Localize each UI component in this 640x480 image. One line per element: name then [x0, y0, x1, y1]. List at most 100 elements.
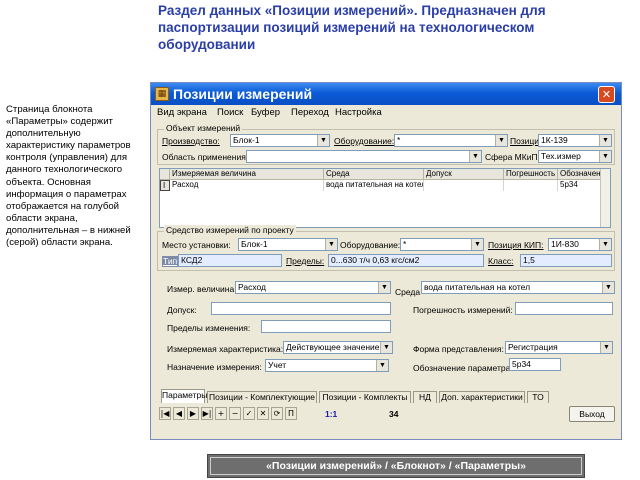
refresh-icon[interactable]: ⟳ [271, 407, 283, 420]
record-count: 34 [389, 409, 399, 419]
purpose-label: Назначение измерения: [167, 362, 262, 372]
tab-position-parts[interactable]: Позиции - Комплектующие [207, 391, 317, 403]
form-select[interactable]: Регистрация ▼ [505, 341, 613, 354]
p-button[interactable]: П [285, 407, 297, 420]
tab-extra[interactable]: Доп. характеристики [439, 391, 525, 403]
cell-designation[interactable]: 5p34 [558, 180, 602, 191]
column-header-quantity[interactable]: Измеряемая величина [170, 169, 324, 180]
chevron-down-icon[interactable]: ▼ [599, 151, 611, 162]
next-record-icon[interactable]: ▶ [187, 407, 199, 420]
range-label: Пределы изменения: [167, 323, 251, 333]
characteristic-select[interactable]: Действующее значение ▼ [283, 341, 393, 354]
chevron-down-icon[interactable]: ▼ [325, 239, 337, 250]
menu-settings[interactable]: Настройка [335, 107, 382, 119]
column-header-designation[interactable]: Обозначени [558, 169, 602, 180]
window-titlebar: ▦ Позиции измерений ✕ [151, 83, 621, 105]
position-value: 1К-139 [541, 135, 568, 145]
medium-value: вода питательная на котел [424, 282, 531, 292]
measurements-table[interactable]: Измеряемая величина Среда Допуск Погрешн… [159, 168, 611, 228]
quantity-label: Измер. величина: [167, 284, 237, 294]
menu-view[interactable]: Вид экрана [157, 107, 207, 119]
window-title: Позиции измерений [173, 86, 313, 102]
tolerance-field[interactable] [211, 302, 391, 315]
row-marker[interactable]: I [160, 180, 170, 191]
equipment-label: Оборудование: [334, 136, 395, 146]
equipment-value: * [397, 135, 401, 145]
menu-goto[interactable]: Переход [291, 107, 329, 119]
kip-select[interactable]: 1И-830 ▼ [548, 238, 612, 251]
column-header-error[interactable]: Погрешность [504, 169, 558, 180]
project-equipment-value: * [403, 239, 407, 249]
chevron-down-icon[interactable]: ▼ [317, 135, 329, 146]
cell-quantity[interactable]: Расход [170, 180, 324, 191]
limits-label: Пределы: [286, 256, 325, 266]
chevron-down-icon[interactable]: ▼ [600, 342, 612, 353]
kip-value: 1И-830 [551, 239, 579, 249]
purpose-select[interactable]: Учет ▼ [265, 359, 389, 372]
medium-label: Среда [395, 287, 421, 297]
type-label: Тип [162, 256, 179, 267]
chevron-down-icon[interactable]: ▼ [599, 135, 611, 146]
slide-title: Раздел данных «Позиции измерений». Предн… [158, 3, 546, 52]
tab-nd[interactable]: НД [413, 391, 437, 403]
chevron-down-icon[interactable]: ▼ [469, 151, 481, 162]
chevron-down-icon[interactable]: ▼ [602, 282, 614, 293]
chevron-down-icon[interactable]: ▼ [378, 282, 390, 293]
menu-buffer[interactable]: Буфер [251, 107, 280, 119]
chevron-down-icon[interactable]: ▼ [495, 135, 507, 146]
form-label: Форма представления: [413, 344, 504, 354]
cell-tolerance[interactable] [424, 180, 504, 191]
kip-label: Позиция КИП: [488, 240, 544, 250]
production-select[interactable]: Блок-1 ▼ [230, 134, 330, 147]
install-select[interactable]: Блок-1 ▼ [238, 238, 338, 251]
object-group: Объект измерений Производство: Блок-1 ▼ О… [157, 123, 615, 165]
type-field[interactable]: КСД2 [178, 254, 282, 267]
mkip-value: Тех.измер [541, 151, 581, 161]
project-equipment-select[interactable]: * ▼ [400, 238, 484, 251]
first-record-icon[interactable]: |◀ [159, 407, 171, 420]
record-position: 1:1 [325, 409, 338, 419]
range-field[interactable] [261, 320, 391, 333]
cell-medium[interactable]: вода питательная на котел [324, 180, 424, 191]
chevron-down-icon[interactable]: ▼ [599, 239, 611, 250]
close-button[interactable]: ✕ [598, 86, 615, 103]
exit-button[interactable]: Выход [569, 406, 615, 422]
cell-error[interactable] [504, 180, 558, 191]
chevron-down-icon[interactable]: ▼ [376, 360, 388, 371]
form-value: Регистрация [508, 342, 558, 352]
caption-text: «Позиции измерений» / «Блокнот» / «Парам… [210, 457, 582, 475]
table-scrollbar[interactable] [600, 169, 610, 227]
designation-value: 5p34 [512, 359, 531, 369]
characteristic-label: Измеряемая характеристика: [167, 344, 284, 354]
cancel-edit-icon[interactable]: ✕ [257, 407, 269, 420]
chevron-down-icon[interactable]: ▼ [471, 239, 483, 250]
project-equipment-label: Оборудование: [340, 240, 401, 250]
designation-field[interactable]: 5p34 [509, 358, 561, 371]
last-record-icon[interactable]: ▶| [201, 407, 213, 420]
column-header-medium[interactable]: Среда [324, 169, 424, 180]
equipment-select[interactable]: * ▼ [394, 134, 508, 147]
tab-position-kits[interactable]: Позиции - Комплекты [319, 391, 411, 403]
object-group-title: Объект измерений [164, 123, 243, 134]
quantity-select[interactable]: Расход ▼ [235, 281, 391, 294]
prev-record-icon[interactable]: ◀ [173, 407, 185, 420]
error-field[interactable] [515, 302, 613, 315]
tab-to[interactable]: ТО [527, 391, 549, 403]
production-label: Производство: [162, 136, 220, 146]
row-header-corner [160, 169, 170, 180]
column-header-tolerance[interactable]: Допуск [424, 169, 504, 180]
mkip-select[interactable]: Тех.измер ▼ [538, 150, 612, 163]
characteristic-value: Действующее значение [286, 342, 380, 352]
menu-search[interactable]: Поиск [217, 107, 243, 119]
medium-select[interactable]: вода питательная на котел ▼ [421, 281, 615, 294]
area-select[interactable]: ▼ [246, 150, 482, 163]
save-record-icon[interactable]: ✓ [243, 407, 255, 420]
add-record-icon[interactable]: + [215, 407, 227, 420]
position-select[interactable]: 1К-139 ▼ [538, 134, 612, 147]
limits-field[interactable]: 0...630 т/ч 0,63 кгс/см2 [328, 254, 484, 267]
chevron-down-icon[interactable]: ▼ [380, 342, 392, 353]
area-label: Область применения: [162, 152, 249, 162]
delete-record-icon[interactable]: − [229, 407, 241, 420]
tab-parameters[interactable]: Параметры [161, 389, 207, 403]
class-field[interactable]: 1,5 [520, 254, 612, 267]
